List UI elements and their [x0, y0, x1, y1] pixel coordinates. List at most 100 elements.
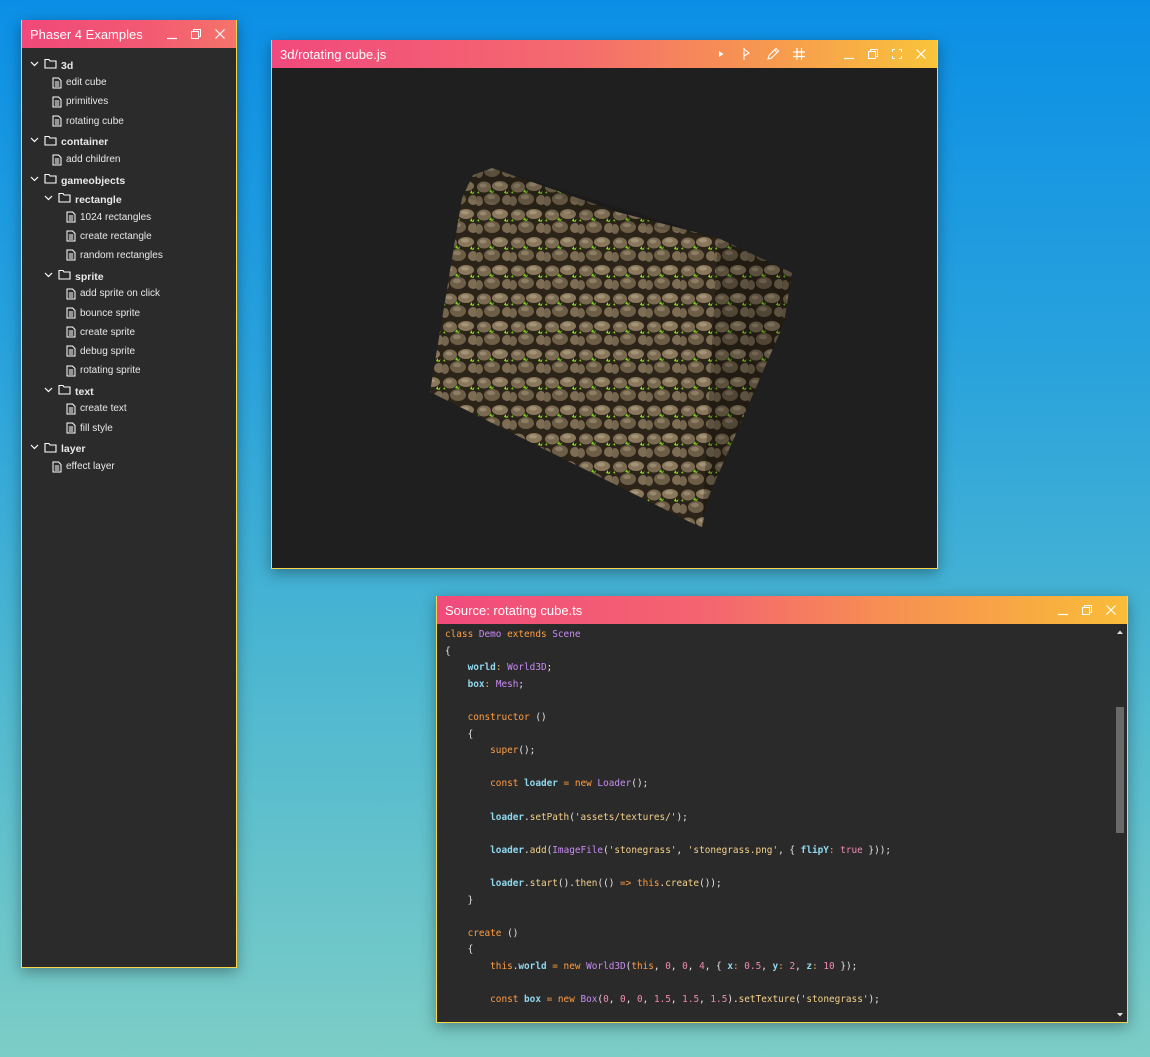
close-icon[interactable] — [210, 24, 230, 44]
tree-file[interactable]: create rectangle — [22, 227, 236, 246]
close-icon[interactable] — [1101, 600, 1121, 620]
tree-file[interactable]: create text — [22, 399, 236, 418]
code-token: box — [524, 994, 541, 1006]
tree-file-label: create text — [80, 403, 127, 415]
code-token: super — [490, 745, 519, 757]
file-icon — [66, 288, 76, 300]
code-token: world — [467, 662, 496, 674]
code-line: { — [445, 644, 1111, 661]
file-icon — [66, 422, 76, 434]
tree-folder[interactable]: container — [22, 131, 236, 150]
tree-file[interactable]: 1024 rectangles — [22, 208, 236, 227]
tree-folder[interactable]: sprite — [22, 265, 236, 284]
code-token: Mesh — [495, 678, 519, 690]
code-token: Loader — [597, 778, 632, 790]
code-token: = new — [557, 778, 598, 790]
code-token: 1.5 — [682, 994, 700, 1006]
tree-file-label: bounce sprite — [80, 307, 141, 319]
rotating-cube-image — [430, 168, 792, 528]
restore-icon[interactable] — [186, 24, 206, 44]
chevron-down-icon[interactable] — [28, 61, 40, 67]
code-token: : — [778, 960, 790, 972]
tree-file[interactable]: rotating sprite — [22, 361, 236, 380]
fullscreen-icon[interactable] — [887, 44, 907, 64]
play-icon[interactable] — [711, 44, 731, 64]
minimize-icon[interactable] — [839, 44, 859, 64]
source-titlebar[interactable]: Source: rotating cube.ts — [437, 596, 1127, 624]
tree-file[interactable]: debug sprite — [22, 342, 236, 361]
code-token: , — [642, 994, 654, 1006]
tree-file[interactable]: add children — [22, 150, 236, 169]
tree-file[interactable]: random rectangles — [22, 246, 236, 265]
file-icon — [52, 115, 62, 127]
scroll-down-icon[interactable] — [1114, 1010, 1126, 1020]
code-token: loader — [490, 844, 525, 856]
chevron-down-icon[interactable] — [28, 444, 40, 450]
close-icon[interactable] — [911, 44, 931, 64]
chevron-down-icon[interactable] — [28, 137, 40, 143]
tree-file-label: random rectangles — [80, 249, 163, 261]
tree-file[interactable]: rotating cube — [22, 112, 236, 131]
restore-icon[interactable] — [863, 44, 883, 64]
file-icon — [52, 154, 62, 166]
tree-folder[interactable]: 3d — [22, 54, 236, 73]
tree-file[interactable]: add sprite on click — [22, 284, 236, 303]
chevron-down-icon[interactable] — [42, 272, 54, 278]
code-token: flipY — [800, 844, 829, 856]
tree-file[interactable]: bounce sprite — [22, 303, 236, 322]
game-canvas[interactable] — [272, 68, 937, 568]
code-line: const loader = new Loader(); — [445, 776, 1111, 793]
examples-window-title: Phaser 4 Examples — [30, 26, 143, 42]
folder-icon — [44, 58, 57, 69]
code-token: })); — [862, 844, 892, 856]
pencil-icon[interactable] — [763, 44, 783, 64]
tree-folder[interactable]: gameobjects — [22, 169, 236, 188]
code-token: () — [507, 927, 519, 939]
chevron-down-icon[interactable] — [42, 195, 54, 201]
preview-titlebar[interactable]: 3d/rotating cube.js — [272, 40, 937, 68]
tree-file[interactable]: primitives — [22, 92, 236, 111]
chevron-down-icon[interactable] — [42, 387, 54, 393]
folder-icon — [58, 269, 71, 280]
step-icon[interactable] — [737, 44, 757, 64]
tree-folder-label: rectangle — [75, 193, 122, 206]
scrollbar-thumb[interactable] — [1116, 707, 1124, 833]
scroll-up-icon[interactable] — [1114, 627, 1126, 637]
tree-folder-label: 3d — [61, 59, 74, 72]
code-token: loader — [490, 811, 525, 823]
tree-folder[interactable]: rectangle — [22, 188, 236, 207]
tree-file[interactable]: create sprite — [22, 323, 236, 342]
code-token: (); — [631, 778, 649, 790]
code-token: ). — [727, 994, 739, 1006]
tree-folder[interactable]: layer — [22, 438, 236, 457]
examples-titlebar[interactable]: Phaser 4 Examples — [22, 20, 236, 48]
tree-file[interactable]: fill style — [22, 419, 236, 438]
code-token: true — [840, 844, 863, 856]
code-token: add — [529, 844, 547, 856]
tree-file[interactable]: effect layer — [22, 457, 236, 476]
code-scrollbar[interactable] — [1114, 627, 1126, 1020]
code-token: : — [812, 960, 824, 972]
tree-file-label: fill style — [80, 422, 113, 434]
minimize-icon[interactable] — [162, 24, 182, 44]
chevron-down-icon[interactable] — [28, 176, 40, 182]
restore-icon[interactable] — [1077, 600, 1097, 620]
tree-file-label: rotating sprite — [80, 365, 141, 377]
code-token: = new — [546, 960, 587, 972]
code-token: start — [529, 877, 558, 889]
grid-icon[interactable] — [789, 44, 809, 64]
minimize-icon[interactable] — [1053, 600, 1073, 620]
file-icon — [66, 230, 76, 242]
code-token: const — [490, 778, 525, 790]
source-code-editor[interactable]: class Demo extends Scene{ world: World3D… — [445, 627, 1111, 1022]
tree-folder[interactable]: text — [22, 380, 236, 399]
code-token: 'stonegrass.png' — [687, 844, 779, 856]
code-token: : — [484, 678, 496, 690]
tree-file[interactable]: edit cube — [22, 73, 236, 92]
code-token: , — [795, 960, 807, 972]
